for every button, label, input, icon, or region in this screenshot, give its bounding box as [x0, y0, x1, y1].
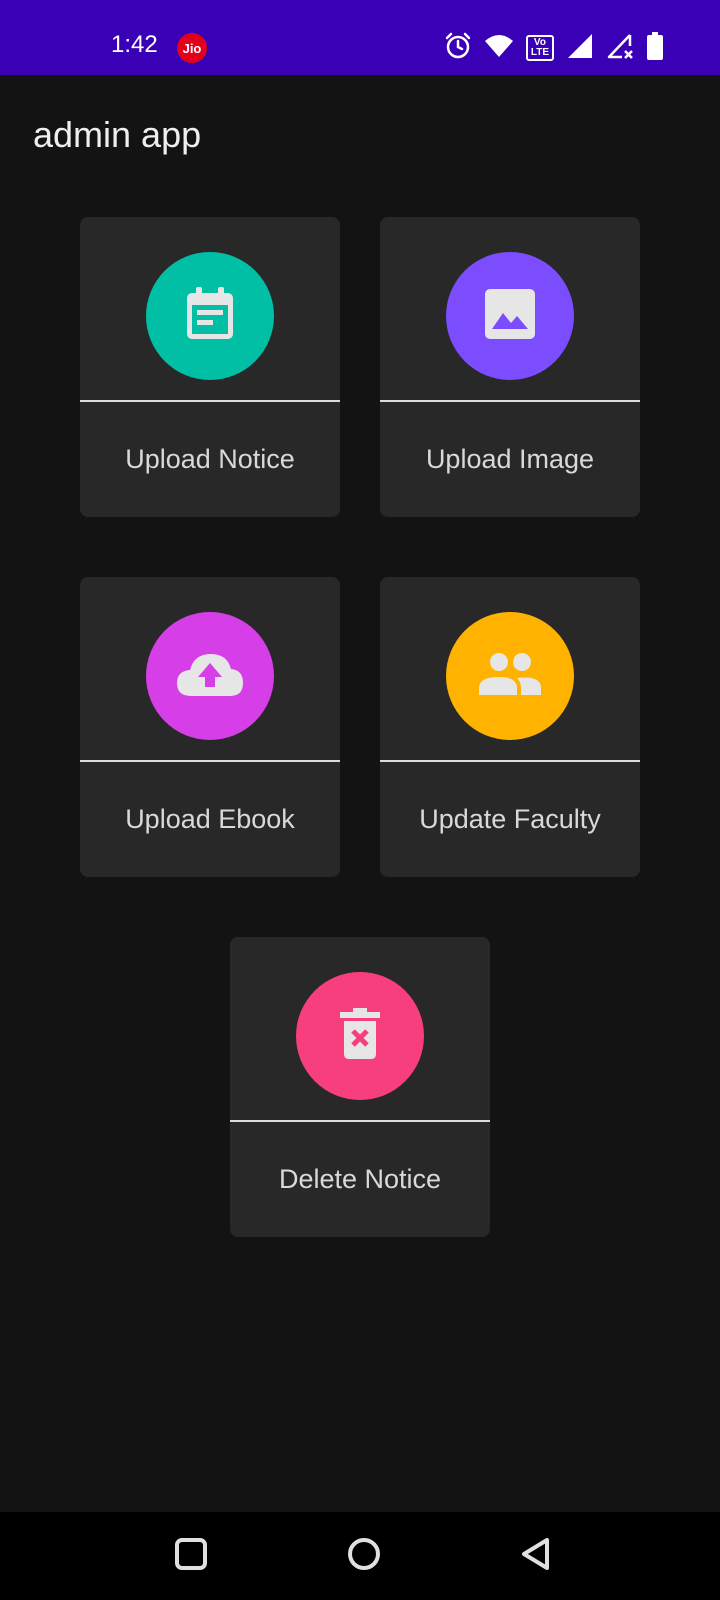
volte-bottom-text: LTE: [530, 47, 549, 58]
delete-notice-card[interactable]: Delete Notice: [230, 937, 490, 1237]
volte-icon: Vo LTE: [525, 35, 554, 61]
image-icon: [483, 287, 537, 346]
upload-image-card[interactable]: Upload Image: [380, 217, 640, 517]
upload-ebook-label: Upload Ebook: [125, 804, 295, 834]
people-icon: [477, 651, 543, 702]
back-button[interactable]: [512, 1532, 560, 1580]
navigation-bar: [0, 1512, 720, 1600]
signal-no-service-icon: [606, 32, 634, 65]
status-time: 1:42: [111, 31, 158, 58]
recents-button[interactable]: [167, 1532, 215, 1580]
home-button[interactable]: [340, 1532, 388, 1580]
status-icons: Vo LTE: [444, 31, 664, 65]
home-icon: [346, 1536, 382, 1577]
upload-notice-label: Upload Notice: [125, 444, 295, 474]
upload-notice-card[interactable]: Upload Notice: [80, 217, 340, 517]
app-title: admin app: [33, 114, 202, 155]
notice-icon: [183, 285, 237, 348]
upload-image-label: Upload Image: [425, 444, 595, 474]
jio-icon: Jio: [177, 33, 207, 63]
wifi-icon: [484, 33, 514, 64]
recents-icon: [174, 1537, 208, 1576]
upload-ebook-icon-circle: [146, 612, 274, 740]
update-faculty-label: Update Faculty: [419, 804, 601, 834]
alarm-icon: [444, 32, 472, 65]
delete-notice-label: Delete Notice: [278, 1164, 442, 1194]
delete-notice-icon-circle: [296, 972, 424, 1100]
delete-icon: [338, 1007, 382, 1066]
battery-icon: [646, 31, 664, 65]
status-bar: 1:42 Jio Vo LTE: [0, 0, 720, 75]
upload-image-icon-circle: [446, 252, 574, 380]
update-faculty-card[interactable]: Update Faculty: [380, 577, 640, 877]
back-icon: [519, 1536, 553, 1577]
upload-ebook-card[interactable]: Upload Ebook: [80, 577, 340, 877]
update-faculty-icon-circle: [446, 612, 574, 740]
upload-notice-icon-circle: [146, 252, 274, 380]
signal-icon: [566, 32, 594, 65]
cloud-upload-icon: [175, 650, 245, 703]
